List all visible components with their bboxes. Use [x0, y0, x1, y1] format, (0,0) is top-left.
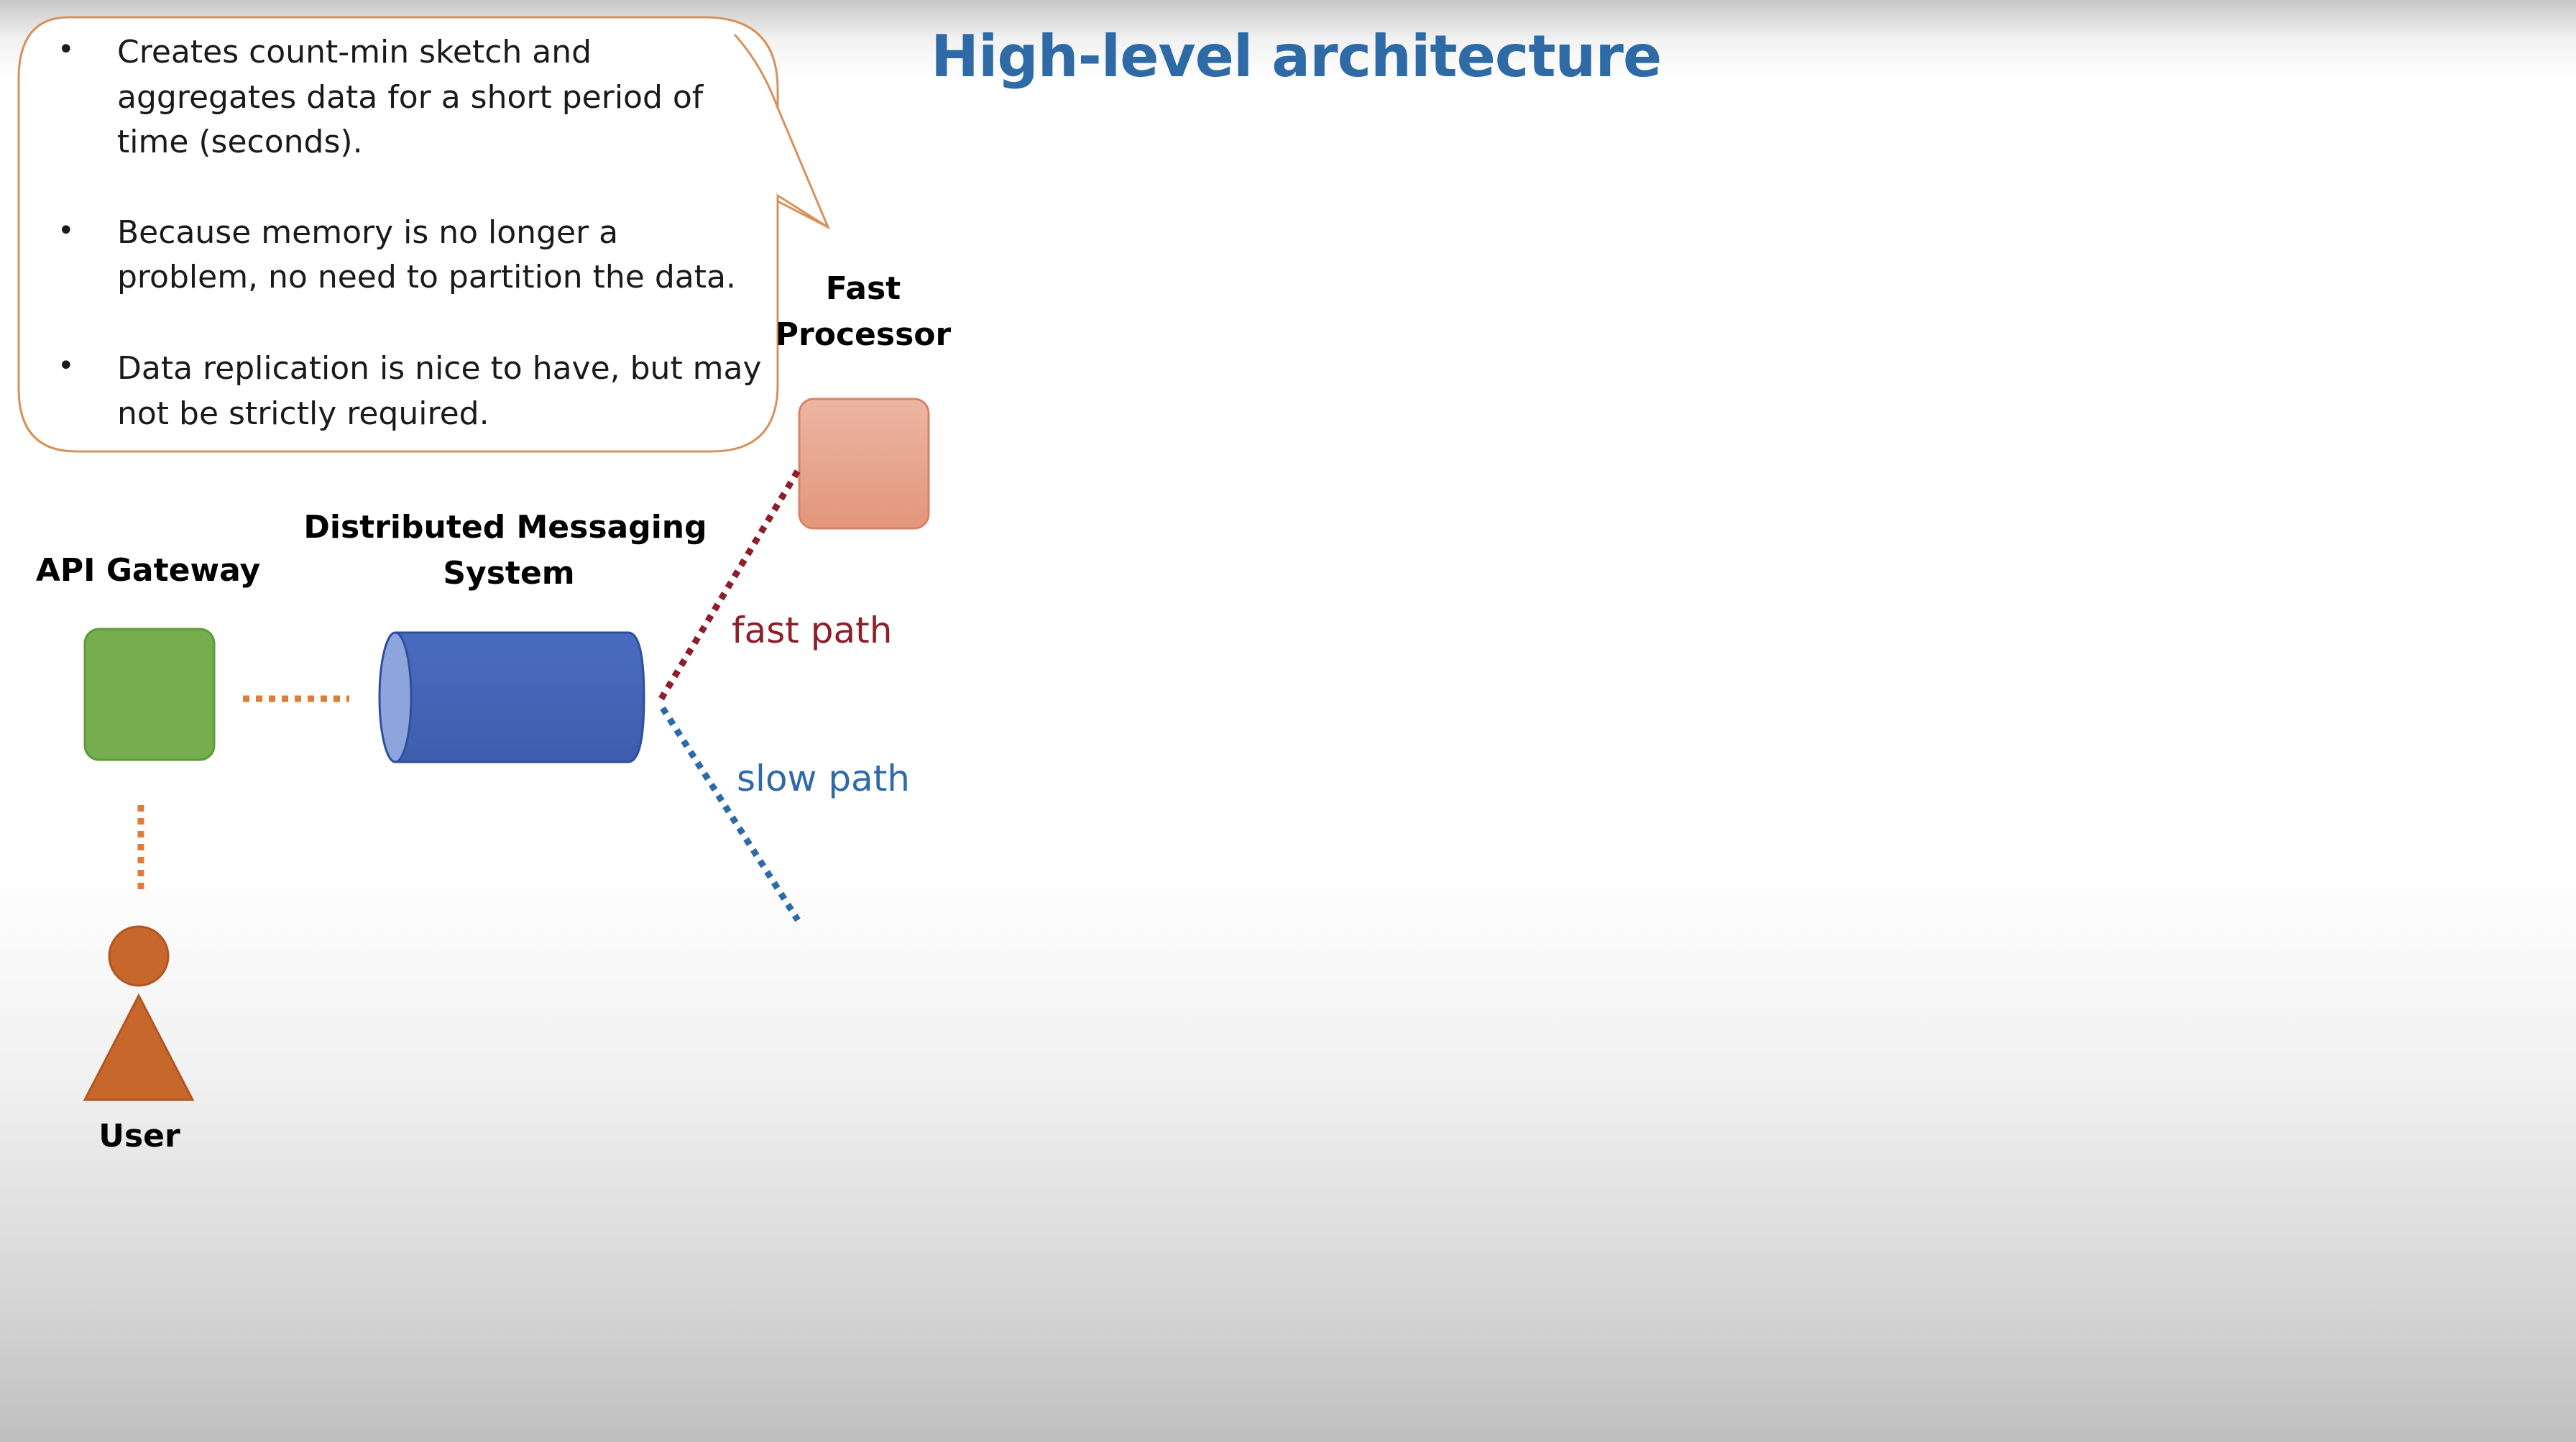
bullet-1-line-1: Creates count-min sketch and	[117, 34, 592, 70]
fast-processor-box	[798, 398, 930, 530]
bullet-1-line-3: time (seconds).	[117, 124, 363, 160]
bullet-1-line-2: aggregates data for a short period of	[117, 79, 704, 116]
messaging-cylinder	[378, 631, 645, 763]
fast-path-label: fast path	[732, 610, 892, 651]
api-gateway-box	[83, 628, 216, 761]
user-icon	[83, 925, 195, 1101]
bullet-3-line-2: not be strictly required.	[117, 395, 489, 432]
slow-path-label: slow path	[737, 758, 910, 799]
architecture-diagram: High-level architecture • Creates count-…	[17, 16, 1662, 1154]
bullet-2-line-2: problem, no need to partition the data.	[117, 259, 736, 295]
slow-path-line	[660, 706, 801, 922]
bullet-dot: •	[58, 33, 75, 66]
messaging-label-line-1: Distributed Messaging	[303, 509, 707, 546]
api-gateway-label: API Gateway	[36, 552, 260, 589]
fast-processor-label-line-1: Fast	[826, 270, 901, 307]
page-title: High-level architecture	[931, 23, 1661, 90]
bullet-dot: •	[58, 214, 75, 247]
messaging-label-line-2: System	[443, 555, 574, 592]
bullet-2-line-1: Because memory is no longer a	[117, 214, 618, 251]
bullet-dot: •	[58, 349, 75, 382]
bullet-3-line-1: Data replication is nice to have, but ma…	[117, 350, 762, 387]
fast-processor-label-line-2: Processor	[776, 316, 952, 353]
user-label: User	[98, 1118, 180, 1154]
fast-path-line	[658, 469, 801, 701]
